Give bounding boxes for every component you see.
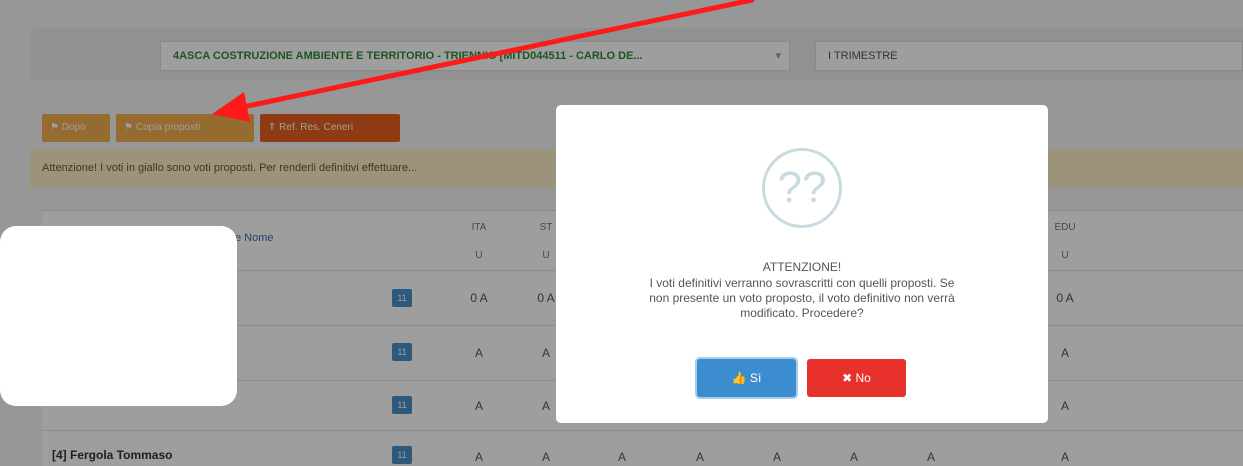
annotation-arrow-icon bbox=[212, 0, 755, 122]
